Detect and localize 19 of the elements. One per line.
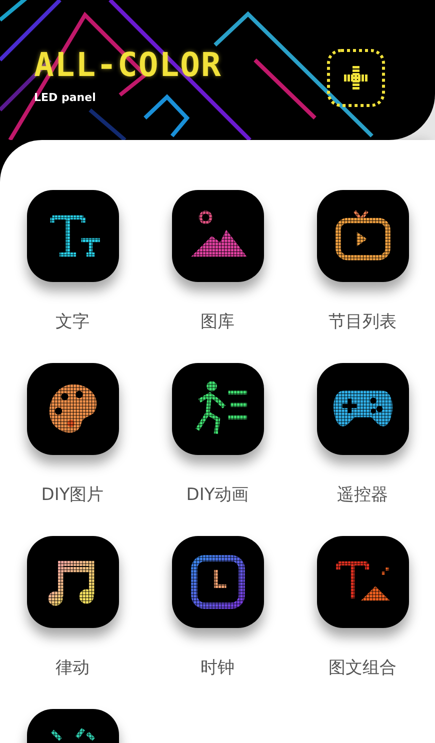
feature-tile[interactable] <box>172 190 264 282</box>
feature-tile[interactable] <box>172 363 264 455</box>
feature-tile[interactable] <box>26 190 118 282</box>
feature-tile[interactable] <box>316 536 408 628</box>
feature-tile[interactable] <box>172 536 264 628</box>
tile-label: DIY图片 <box>41 484 104 507</box>
tile-label: 遥控器 <box>337 484 388 507</box>
tile-label: DIY动画 <box>186 484 249 507</box>
add-button[interactable] <box>327 49 385 107</box>
feature-tile[interactable] <box>316 190 408 282</box>
feature-tile[interactable] <box>26 363 118 455</box>
tile-label: 图文组合 <box>328 657 396 680</box>
tile-label: 文字 <box>56 311 90 334</box>
tile-label: 律动 <box>56 657 90 680</box>
tile-label: 图库 <box>200 311 234 334</box>
tile-label: 时钟 <box>200 657 234 680</box>
feature-tile[interactable] <box>26 536 118 628</box>
tile-label: 节目列表 <box>328 311 396 334</box>
feature-tile[interactable] <box>316 363 408 455</box>
